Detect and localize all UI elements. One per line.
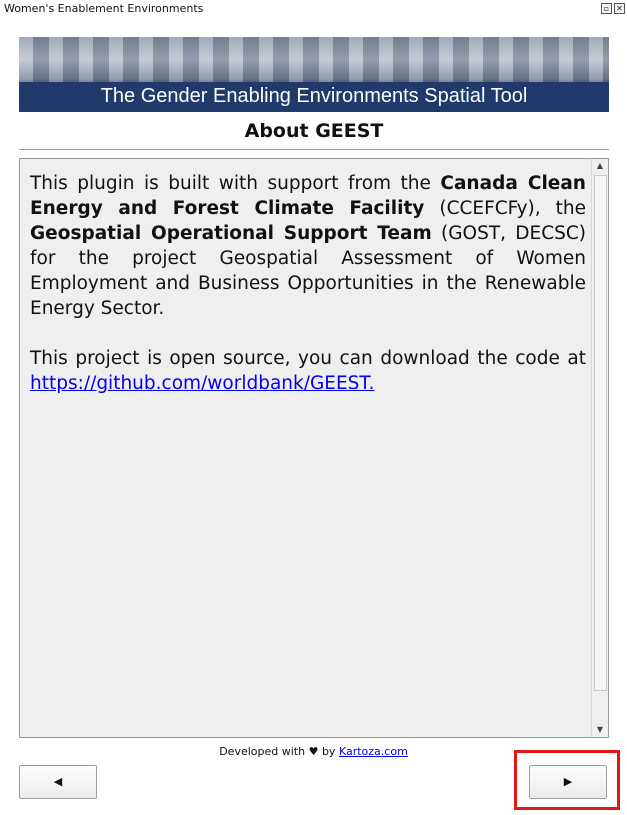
plugin-dock-window: Women's Enablement Environments ▫ ✕ The … bbox=[0, 0, 627, 815]
about-content: This plugin is built with support from t… bbox=[30, 171, 586, 421]
previous-button[interactable]: ◀ bbox=[19, 765, 97, 799]
scroll-up-icon[interactable]: ▲ bbox=[592, 159, 608, 173]
org-name-gost: Geospatial Operational Support Team bbox=[30, 223, 432, 244]
vertical-scrollbar[interactable]: ▲ ▼ bbox=[591, 159, 608, 737]
divider bbox=[19, 149, 609, 150]
footer-by: by bbox=[318, 745, 339, 758]
page-title: About GEEST bbox=[244, 120, 384, 142]
header-banner: The Gender Enabling Environments Spatial… bbox=[19, 37, 609, 112]
scroll-down-icon[interactable]: ▼ bbox=[592, 723, 608, 737]
float-dock-icon[interactable]: ▫ bbox=[601, 3, 612, 14]
kartoza-link[interactable]: Kartoza.com bbox=[339, 745, 408, 758]
about-text: This plugin is built with support from t… bbox=[30, 173, 441, 194]
about-paragraph-support: This plugin is built with support from t… bbox=[30, 171, 586, 321]
footer-prefix: Developed with bbox=[219, 745, 309, 758]
banner-title: The Gender Enabling Environments Spatial… bbox=[100, 85, 528, 107]
left-arrow-icon: ◀ bbox=[53, 775, 63, 788]
title-bar: Women's Enablement Environments ▫ ✕ bbox=[0, 0, 627, 18]
next-button-highlight bbox=[514, 750, 620, 810]
about-text: (CCEFCFy), the bbox=[424, 198, 586, 219]
heart-icon: ♥ bbox=[308, 745, 319, 758]
about-text-browser[interactable]: This plugin is built with support from t… bbox=[19, 158, 609, 738]
repo-link[interactable]: https://github.com/worldbank/GEEST. bbox=[30, 373, 374, 394]
banner-image bbox=[19, 37, 609, 87]
window-title: Women's Enablement Environments bbox=[4, 2, 204, 15]
close-icon[interactable]: ✕ bbox=[614, 3, 625, 14]
about-paragraph-opensource: This project is open source, you can dow… bbox=[30, 346, 586, 396]
about-text: This project is open source, you can dow… bbox=[30, 348, 586, 369]
scrollbar-thumb[interactable] bbox=[594, 175, 607, 691]
